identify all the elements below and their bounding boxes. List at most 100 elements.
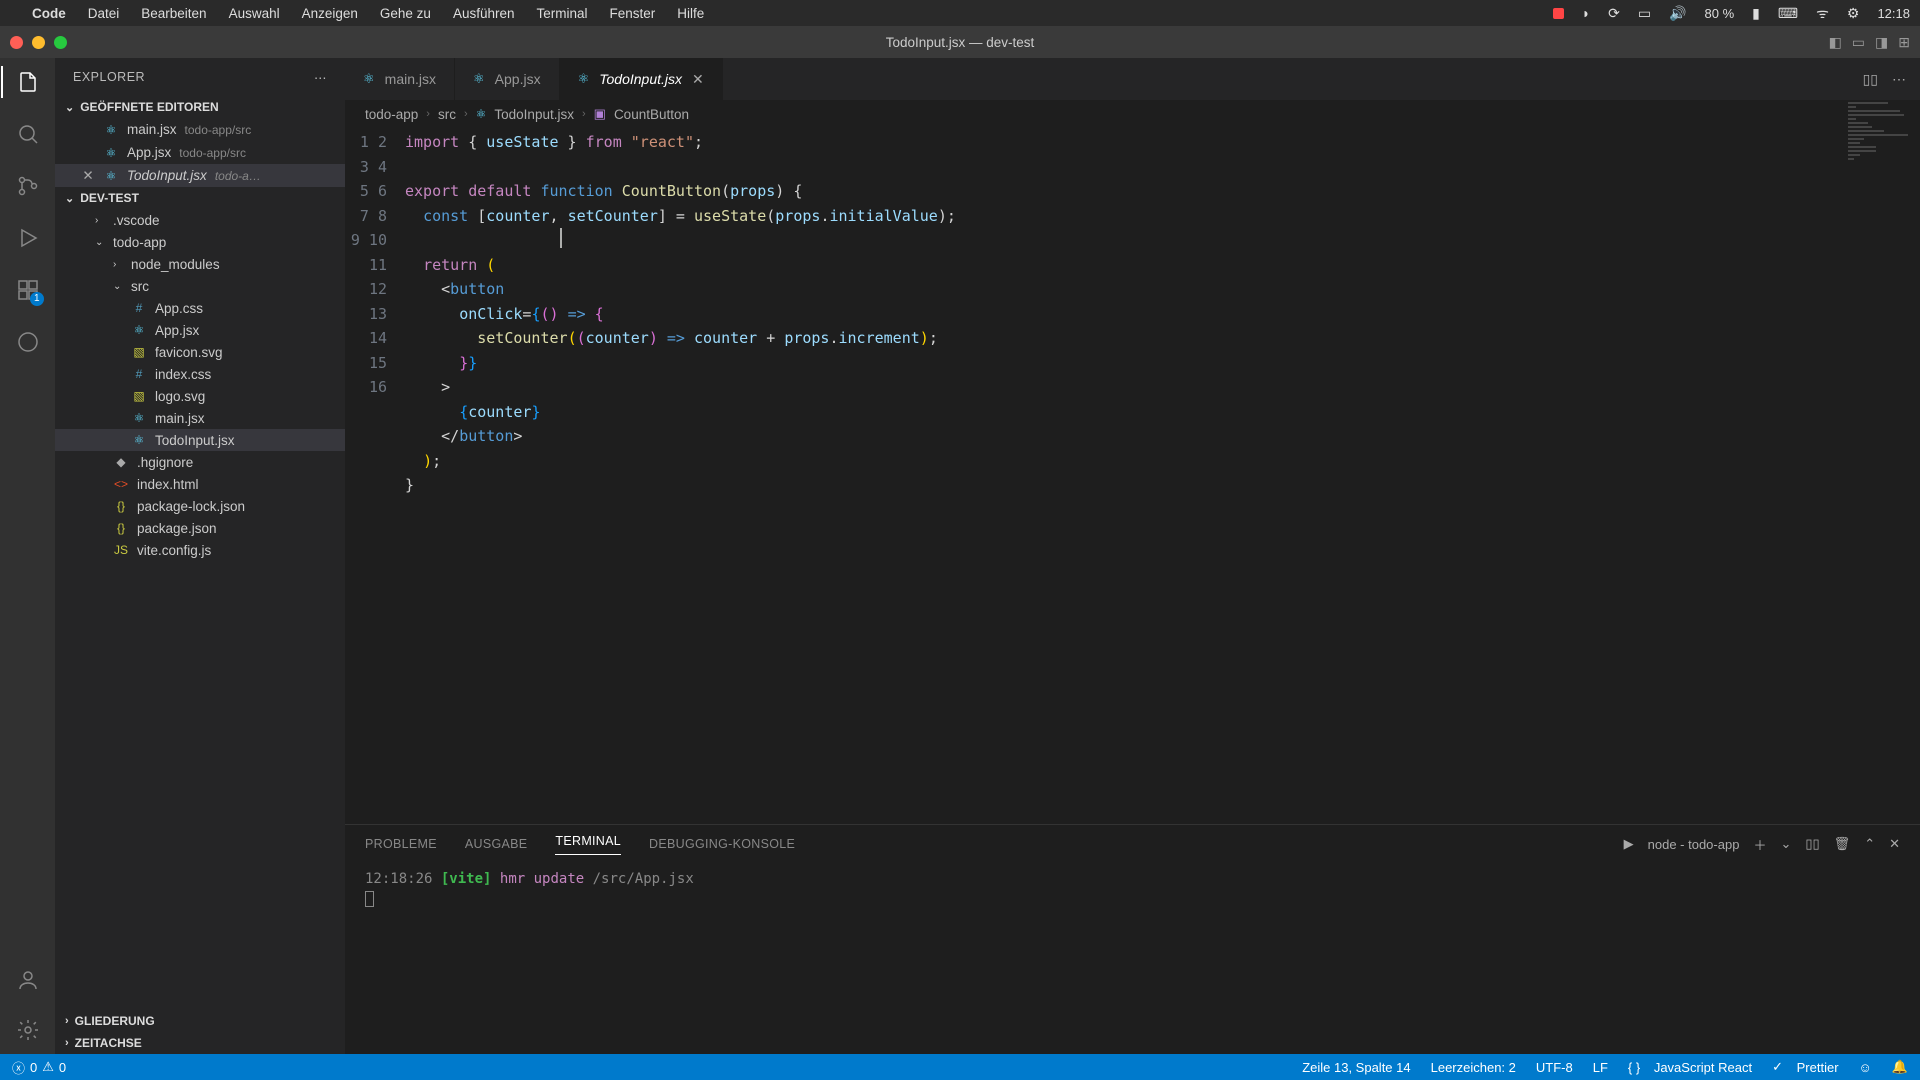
keyboard-icon[interactable]: ⌨ xyxy=(1778,5,1798,22)
run-debug-icon[interactable] xyxy=(14,224,42,252)
code-content[interactable]: import { useState } from "react"; export… xyxy=(405,128,1920,824)
remote-icon[interactable] xyxy=(14,328,42,356)
recording-icon[interactable] xyxy=(1553,8,1564,19)
file-hgignore[interactable]: ◆.hgignore xyxy=(55,451,345,473)
dnd-icon[interactable]: ◗ xyxy=(1582,5,1590,21)
folder-vscode[interactable]: › .vscode xyxy=(55,209,345,231)
file-indexcss[interactable]: #index.css xyxy=(55,363,345,385)
status-prettier[interactable]: ✓ Prettier xyxy=(1772,1059,1838,1075)
file-mainjsx[interactable]: ⚛main.jsx xyxy=(55,407,345,429)
css-icon: # xyxy=(131,367,147,381)
tab-app[interactable]: ⚛ App.jsx xyxy=(455,58,560,100)
crumb[interactable]: CountButton xyxy=(614,107,689,122)
close-icon[interactable]: ✕ xyxy=(81,168,95,184)
tab-main[interactable]: ⚛ main.jsx xyxy=(345,58,455,100)
status-cursor[interactable]: Zeile 13, Spalte 14 xyxy=(1302,1060,1410,1075)
mac-app-name[interactable]: Code xyxy=(32,6,66,21)
open-editor-main[interactable]: ✕ ⚛ main.jsx todo-app/src xyxy=(55,118,345,141)
new-terminal-icon[interactable]: ＋ xyxy=(1753,835,1766,854)
gear-icon[interactable] xyxy=(14,1016,42,1044)
layout-secondary-sidebar-icon[interactable]: ◨ xyxy=(1875,34,1888,51)
search-icon[interactable] xyxy=(14,120,42,148)
file-favicon[interactable]: ▧favicon.svg xyxy=(55,341,345,363)
breadcrumb[interactable]: todo-app› src› ⚛ TodoInput.jsx› ▣ CountB… xyxy=(345,100,1920,128)
folder-nodemodules[interactable]: › node_modules xyxy=(55,253,345,275)
battery-text[interactable]: 80 % xyxy=(1705,6,1735,21)
file-logo[interactable]: ▧logo.svg xyxy=(55,385,345,407)
tab-todoinput[interactable]: ⚛ TodoInput.jsx ✕ xyxy=(560,58,723,100)
open-editor-path: todo-app/src xyxy=(185,123,252,137)
kill-terminal-icon[interactable]: 🗑 xyxy=(1834,836,1851,852)
status-errors[interactable]: ⓧ 0 ⚠ 0 xyxy=(12,1058,66,1077)
outline-header[interactable]: › GLIEDERUNG xyxy=(55,1010,345,1032)
minimap[interactable] xyxy=(1840,100,1920,500)
status-bell-icon[interactable]: 🔔 xyxy=(1892,1059,1908,1075)
mac-menu-gehezu[interactable]: Gehe zu xyxy=(380,6,431,21)
crumb[interactable]: TodoInput.jsx xyxy=(494,107,574,122)
timeline-header[interactable]: › ZEITACHSE xyxy=(55,1032,345,1054)
close-icon[interactable]: ✕ xyxy=(692,71,704,88)
wifi-icon[interactable]: ᯤ xyxy=(1816,4,1829,23)
file-indexhtml[interactable]: <>index.html xyxy=(55,473,345,495)
panel-tab-ausgabe[interactable]: AUSGABE xyxy=(465,837,528,851)
mac-menu-ausfuehren[interactable]: Ausführen xyxy=(453,6,515,21)
account-icon[interactable] xyxy=(14,966,42,994)
more-icon[interactable]: ⋯ xyxy=(314,70,327,85)
status-feedback-icon[interactable]: ☺ xyxy=(1859,1060,1872,1075)
layout-customize-icon[interactable]: ⊞ xyxy=(1898,34,1910,51)
terminal-time: 12:18:26 xyxy=(365,871,432,887)
status-lang[interactable]: { } JavaScript React xyxy=(1628,1060,1752,1075)
split-editor-icon[interactable]: ▯▯ xyxy=(1863,71,1878,88)
open-editor-app[interactable]: ✕ ⚛ App.jsx todo-app/src xyxy=(55,141,345,164)
folder-todoapp[interactable]: ⌄ todo-app xyxy=(55,231,345,253)
source-control-icon[interactable] xyxy=(14,172,42,200)
mac-menu-bearbeiten[interactable]: Bearbeiten xyxy=(141,6,206,21)
panel-tab-terminal[interactable]: TERMINAL xyxy=(555,834,621,855)
terminal-label[interactable]: node - todo-app xyxy=(1648,837,1740,852)
sync-icon[interactable]: ⟳ xyxy=(1608,5,1620,22)
file-pkglock[interactable]: {}package-lock.json xyxy=(55,495,345,517)
layout-panel-icon[interactable]: ▭ xyxy=(1852,34,1865,51)
file-viteconfig[interactable]: JSvite.config.js xyxy=(55,539,345,561)
close-panel-icon[interactable]: ✕ xyxy=(1889,836,1900,852)
mac-menu-terminal[interactable]: Terminal xyxy=(537,6,588,21)
volume-icon[interactable]: 🔊 xyxy=(1669,5,1686,22)
mac-menu-hilfe[interactable]: Hilfe xyxy=(677,6,704,21)
display-icon[interactable]: ▭ xyxy=(1638,5,1651,22)
file-pkg[interactable]: {}package.json xyxy=(55,517,345,539)
minimize-window-button[interactable] xyxy=(32,36,45,49)
panel-tab-debug[interactable]: DEBUGGING-KONSOLE xyxy=(649,837,795,851)
status-encoding[interactable]: UTF-8 xyxy=(1536,1060,1573,1075)
file-todoinput[interactable]: ⚛TodoInput.jsx xyxy=(55,429,345,451)
control-center-icon[interactable]: ⚙ xyxy=(1847,5,1860,22)
terminal-dropdown-icon[interactable]: ⌄ xyxy=(1780,836,1791,852)
code-editor[interactable]: 1 2 3 4 5 6 7 8 9 10 11 12 13 14 15 16 i… xyxy=(345,128,1920,824)
battery-icon[interactable]: ▮ xyxy=(1752,5,1760,22)
mac-menu-anzeigen[interactable]: Anzeigen xyxy=(302,6,358,21)
mac-menu-datei[interactable]: Datei xyxy=(88,6,120,21)
crumb[interactable]: src xyxy=(438,107,456,122)
terminal-content[interactable]: 12:18:26 [vite] hmr update /src/App.jsx xyxy=(345,863,1920,1054)
more-icon[interactable]: ⋯ xyxy=(1892,71,1906,88)
folder-src[interactable]: ⌄ src xyxy=(55,275,345,297)
maximize-panel-icon[interactable]: ⌃ xyxy=(1864,836,1875,852)
mac-menu-fenster[interactable]: Fenster xyxy=(610,6,656,21)
crumb[interactable]: todo-app xyxy=(365,107,418,122)
layout-sidebar-icon[interactable]: ◧ xyxy=(1829,34,1842,51)
explorer-icon[interactable] xyxy=(14,68,42,96)
status-spaces[interactable]: Leerzeichen: 2 xyxy=(1431,1060,1516,1075)
clock[interactable]: 12:18 xyxy=(1877,6,1910,21)
project-header[interactable]: ⌄ DEV-TEST xyxy=(55,187,345,209)
split-terminal-icon[interactable]: ▯▯ xyxy=(1805,836,1819,852)
close-window-button[interactable] xyxy=(10,36,23,49)
mac-menu-auswahl[interactable]: Auswahl xyxy=(229,6,280,21)
open-editors-header[interactable]: ⌄ GEÖFFNETE EDITOREN xyxy=(55,96,345,118)
file-appjsx[interactable]: ⚛App.jsx xyxy=(55,319,345,341)
terminal-process-icon[interactable]: ▶ xyxy=(1624,836,1634,852)
panel-tab-probleme[interactable]: PROBLEME xyxy=(365,837,437,851)
maximize-window-button[interactable] xyxy=(54,36,67,49)
open-editor-todoinput[interactable]: ✕ ⚛ TodoInput.jsx todo-a… xyxy=(55,164,345,187)
extensions-icon[interactable]: 1 xyxy=(14,276,42,304)
file-appcss[interactable]: #App.css xyxy=(55,297,345,319)
status-eol[interactable]: LF xyxy=(1593,1060,1608,1075)
